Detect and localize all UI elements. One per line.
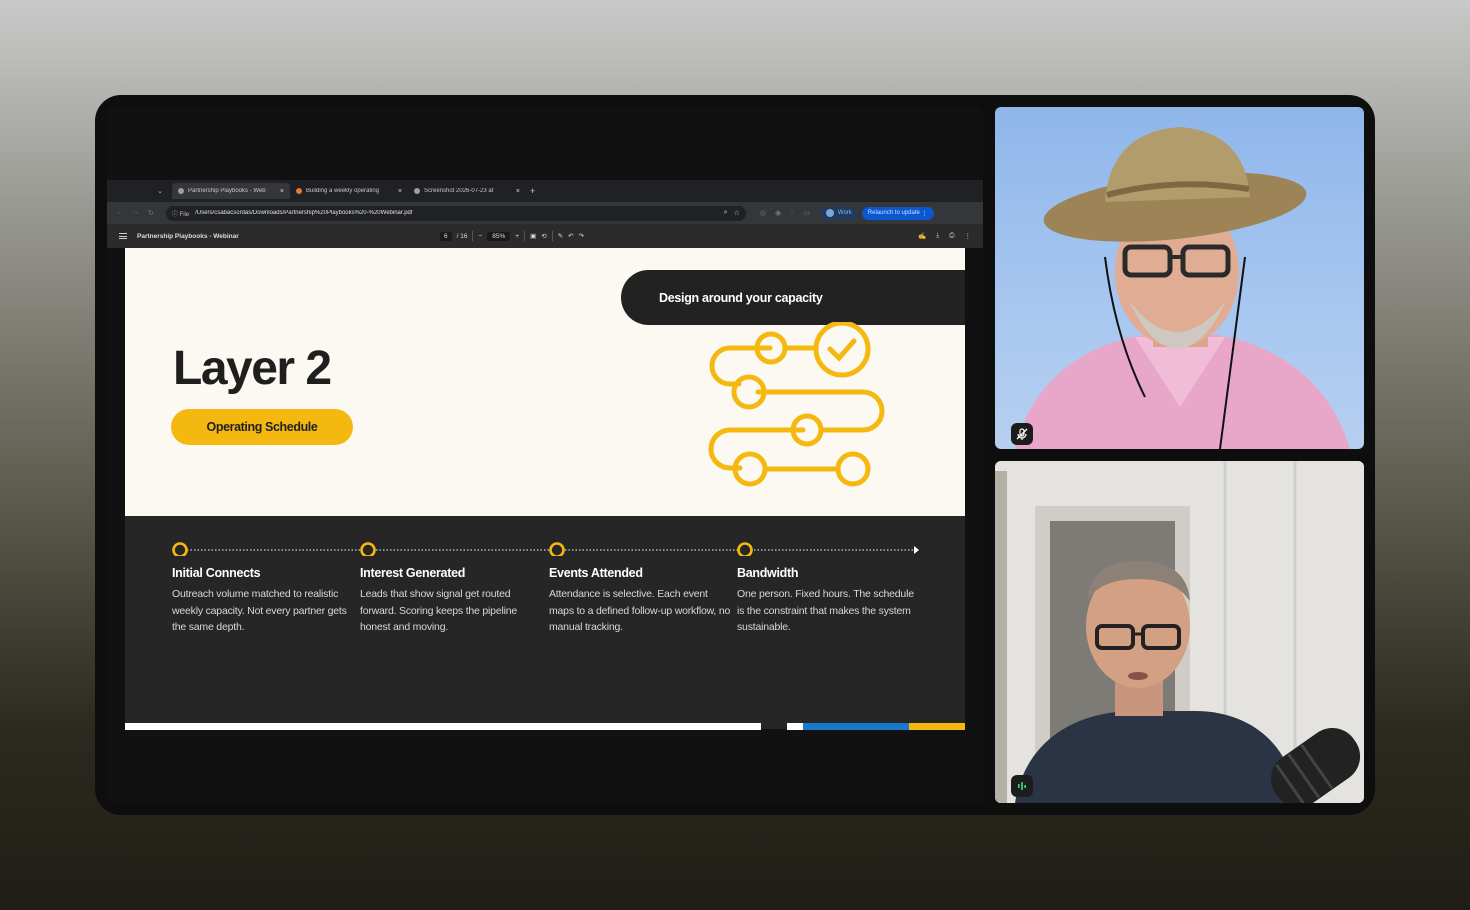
browser-tab-bar: ⌄ Partnership Playbooks - Web × Building… <box>107 180 983 202</box>
stage-title: Interest Generated <box>360 566 466 580</box>
url-input[interactable]: ⓘ File /Users/csabacsordas/Downloads/Par… <box>165 205 746 221</box>
avatar <box>825 209 834 217</box>
zoom-out-icon[interactable]: − <box>478 233 482 240</box>
tab-screenshot[interactable]: Screenshot 2026-07-23 at × <box>408 183 526 199</box>
stage-bandwidth: Bandwidth One person. Fixed hours. The s… <box>737 566 919 636</box>
reload-icon[interactable]: ↻ <box>148 209 154 217</box>
divider <box>551 231 553 241</box>
zoom-icon[interactable]: ⌕ <box>724 209 728 217</box>
browser-address-bar: ← → ↻ ⓘ File /Users/csabacsordas/Downloa… <box>107 202 983 224</box>
slide-header-panel: Layer 2 Operating Schedule Design around… <box>125 248 965 516</box>
divider <box>524 231 526 241</box>
capacity-banner: Design around your capacity <box>621 270 965 325</box>
stage-interest-generated: Interest Generated Leads that show signa… <box>360 566 542 636</box>
close-icon[interactable]: × <box>280 188 284 195</box>
back-icon[interactable]: ← <box>116 209 123 217</box>
participant-video-2[interactable] <box>995 461 1364 803</box>
download-icon[interactable]: ⤓ <box>936 232 939 240</box>
zoom-in-icon[interactable]: + <box>515 233 519 240</box>
redo-icon[interactable]: ↷ <box>579 232 584 240</box>
page-number-input[interactable]: 6 <box>440 231 452 241</box>
tab-label: Building a weekly operating <box>306 188 380 194</box>
screen-share: ⌄ Partnership Playbooks - Web × Building… <box>107 107 983 803</box>
globe-icon <box>414 188 420 194</box>
fit-page-icon[interactable]: ▣ <box>530 232 536 240</box>
stage-initial-connects: Initial Connects Outreach volume matched… <box>172 566 354 636</box>
tab-label: Partnership Playbooks - Web <box>188 188 266 194</box>
meeting-window: ⌄ Partnership Playbooks - Web × Building… <box>95 95 1375 815</box>
tab-partnership-playbooks[interactable]: Partnership Playbooks - Web × <box>172 183 290 199</box>
mic-muted-icon[interactable] <box>1011 423 1033 445</box>
extension-icon[interactable]: ◉ <box>775 209 781 217</box>
annotate-icon[interactable]: ✎ <box>558 232 563 240</box>
undo-icon[interactable]: ↶ <box>568 232 573 240</box>
close-icon[interactable]: × <box>516 188 520 195</box>
profile-button[interactable]: Work <box>819 206 858 220</box>
tab-search-icon[interactable]: ⌄ <box>154 185 166 197</box>
forward-icon[interactable]: → <box>132 209 139 217</box>
stage-description: Outreach volume matched to realistic wee… <box>172 588 347 633</box>
extension-icon[interactable]: ◎ <box>760 209 766 217</box>
slide-timeline-panel: Initial Connects Outreach volume matched… <box>125 516 965 729</box>
slide-footer-bar <box>125 723 965 730</box>
url-text: /Users/csabacsordas/Downloads/Partnershi… <box>195 210 413 216</box>
stage-title: Bandwidth <box>737 566 799 580</box>
participant-video-1[interactable] <box>995 107 1364 449</box>
file-chip[interactable]: ⓘ File <box>172 209 189 218</box>
tab-label: Screenshot 2026-07-23 at <box>424 188 494 194</box>
rotate-icon[interactable]: ⟲ <box>541 232 546 240</box>
participant-2-video-frame <box>995 461 1364 803</box>
close-icon[interactable]: × <box>398 188 402 195</box>
relaunch-button[interactable]: Relaunch to update ⋮ <box>861 206 934 220</box>
menu-icon[interactable] <box>119 233 127 239</box>
tab-weekly-operating[interactable]: Building a weekly operating × <box>290 183 408 199</box>
profile-label: Work <box>837 210 852 216</box>
operating-schedule-pill: Operating Schedule <box>171 409 353 445</box>
site-icon <box>296 188 302 194</box>
sign-icon[interactable]: ✍ <box>918 232 926 240</box>
divider <box>472 231 474 241</box>
stage-events-attended: Events Attended Attendance is selective.… <box>549 566 731 636</box>
timeline-track <box>172 542 919 556</box>
stage-description: Leads that show signal get routed forwar… <box>360 588 518 633</box>
extension-icon[interactable]: ◌ <box>790 209 794 217</box>
zoom-level-input[interactable]: 85% <box>487 231 511 241</box>
print-icon[interactable]: ⎙ <box>949 232 954 240</box>
workflow-network-icon <box>708 322 885 487</box>
pdf-title: Partnership Playbooks - Webinar <box>137 232 239 240</box>
star-icon[interactable]: ☆ <box>734 209 740 217</box>
stage-description: One person. Fixed hours. The schedule is… <box>737 588 914 633</box>
stage-title: Events Attended <box>549 566 643 580</box>
participant-1-video-frame <box>1015 127 1350 449</box>
new-tab-button[interactable]: + <box>530 186 535 196</box>
speaking-indicator-icon[interactable] <box>1011 775 1033 797</box>
globe-icon <box>178 188 184 194</box>
more-icon[interactable]: ⋮ <box>965 232 972 240</box>
stage-title: Initial Connects <box>172 566 261 580</box>
cast-icon[interactable]: ▭ <box>803 209 810 217</box>
page-total: / 16 <box>456 232 468 240</box>
slide-title: Layer 2 <box>173 342 332 395</box>
pdf-toolbar: Partnership Playbooks - Webinar 6 / 16 −… <box>107 224 983 248</box>
file-chip-label: File <box>179 211 190 218</box>
stage-description: Attendance is selective. Each event maps… <box>549 588 731 633</box>
relaunch-label: Relaunch to update <box>867 210 920 216</box>
